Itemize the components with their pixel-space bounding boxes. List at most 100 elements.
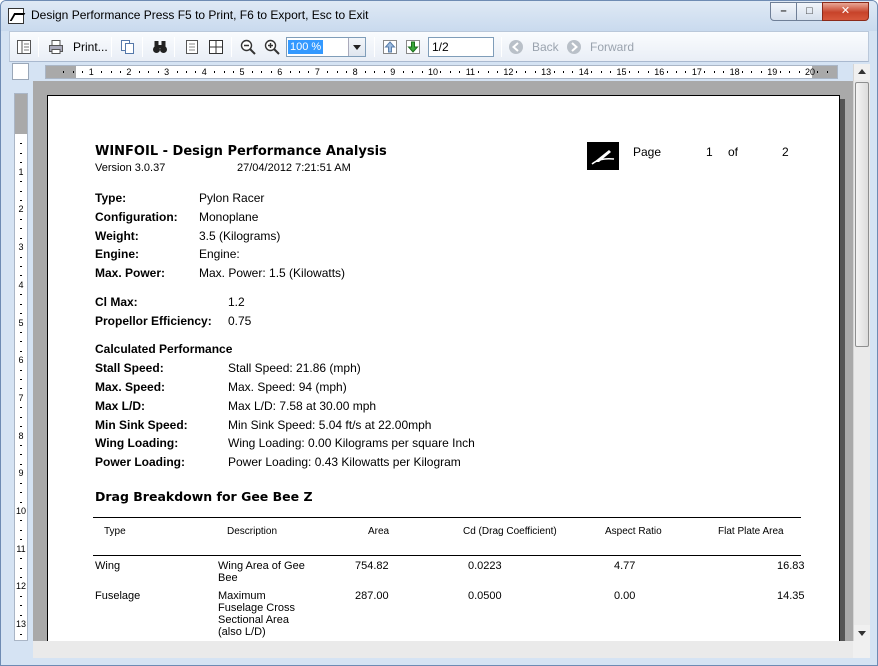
ruler-label: 12 bbox=[16, 581, 27, 592]
preview-toolbar: Print... 100 % 1/2 Back Forward bbox=[9, 31, 869, 62]
previous-page-icon[interactable] bbox=[382, 39, 398, 55]
ruler-tick bbox=[591, 71, 593, 73]
minimize-icon: – bbox=[780, 5, 787, 17]
ruler-label: 16 bbox=[654, 67, 665, 77]
ruler-label: 11 bbox=[16, 543, 26, 554]
toggle-outline-icon[interactable] bbox=[16, 39, 32, 55]
page-total: 2 bbox=[782, 145, 789, 159]
ruler-tick bbox=[478, 71, 480, 73]
preview-viewport[interactable]: WINFOIL - Design Performance Analysis Ve… bbox=[33, 81, 853, 641]
ruler-label: 15 bbox=[616, 67, 627, 77]
ruler-tick bbox=[723, 71, 725, 73]
page-label: Page bbox=[633, 145, 662, 159]
ruler-label: 8 bbox=[352, 67, 358, 77]
ruler-tick bbox=[148, 71, 150, 73]
ruler-tick bbox=[487, 71, 489, 73]
ruler-tick bbox=[20, 143, 22, 145]
single-page-icon[interactable] bbox=[184, 39, 200, 55]
ruler-tick bbox=[553, 71, 555, 73]
zoom-out-icon[interactable] bbox=[240, 39, 256, 55]
max-ld-label: Max L/D: bbox=[95, 399, 146, 413]
calculated-performance-heading: Calculated Performance bbox=[95, 342, 233, 356]
col-header-aspect-ratio: Aspect Ratio bbox=[605, 526, 662, 537]
scroll-up-button[interactable] bbox=[854, 64, 870, 80]
ruler-tick bbox=[525, 71, 527, 73]
ruler-label: 3 bbox=[18, 242, 24, 253]
ruler-tick bbox=[20, 152, 22, 154]
report-datetime: 27/04/2012 7:21:51 AM bbox=[237, 162, 351, 174]
ruler-label: 14 bbox=[578, 67, 589, 77]
scroll-down-button[interactable] bbox=[854, 625, 870, 641]
scroll-thumb[interactable] bbox=[855, 82, 869, 347]
table-row-cd: 0.0500 bbox=[468, 590, 502, 602]
ruler-tick bbox=[676, 71, 678, 73]
cl-max-label: Cl Max: bbox=[95, 295, 138, 309]
chevron-down-icon[interactable] bbox=[348, 38, 365, 56]
minimize-button[interactable]: – bbox=[770, 2, 797, 21]
toolbar-separator bbox=[501, 37, 502, 57]
zoom-combobox[interactable]: 100 % bbox=[286, 37, 366, 57]
engine-label: Engine: bbox=[95, 247, 139, 261]
ruler-tick bbox=[20, 482, 22, 484]
ruler-tick bbox=[176, 71, 178, 73]
ruler-label: 6 bbox=[18, 355, 24, 366]
window-title: Design Performance Press F5 to Print, F6… bbox=[31, 8, 369, 22]
back-button[interactable]: Back bbox=[532, 38, 559, 56]
binoculars-icon[interactable] bbox=[152, 39, 168, 55]
zoom-value: 100 % bbox=[288, 40, 324, 54]
ruler-label: 7 bbox=[314, 67, 320, 77]
forward-button[interactable]: Forward bbox=[590, 38, 634, 56]
power-loading-label: Power Loading: bbox=[95, 455, 185, 469]
ruler-tick bbox=[421, 71, 423, 73]
ruler-tick bbox=[459, 71, 461, 73]
table-row-desc-line: (also L/D) bbox=[218, 626, 266, 638]
next-page-icon[interactable] bbox=[405, 39, 421, 55]
close-icon: ✕ bbox=[840, 5, 851, 17]
propellor-efficiency-label: Propellor Efficiency: bbox=[95, 314, 212, 328]
horizontal-scrollbar[interactable] bbox=[33, 641, 853, 658]
ruler-label: 9 bbox=[18, 468, 24, 479]
copy-icon[interactable] bbox=[120, 39, 136, 55]
ruler-tick bbox=[289, 71, 291, 73]
size-grip[interactable] bbox=[853, 641, 870, 658]
ruler-tick bbox=[20, 605, 22, 607]
ruler-tick bbox=[742, 71, 744, 73]
ruler-tick bbox=[20, 520, 22, 522]
ruler-tick bbox=[440, 71, 442, 73]
stall-speed-label: Stall Speed: bbox=[95, 361, 164, 375]
configuration-label: Configuration: bbox=[95, 210, 178, 224]
ruler-tick bbox=[20, 463, 22, 465]
max-speed-label: Max. Speed: bbox=[95, 380, 166, 394]
printer-icon[interactable] bbox=[48, 39, 64, 55]
multi-page-icon[interactable] bbox=[208, 39, 224, 55]
ruler-tick bbox=[20, 539, 22, 541]
zoom-in-icon[interactable] bbox=[264, 39, 280, 55]
ruler-tick bbox=[72, 71, 74, 73]
ruler-label: 12 bbox=[503, 67, 514, 77]
maximize-button[interactable]: □ bbox=[796, 2, 823, 21]
ruler-label: 4 bbox=[18, 279, 24, 290]
col-header-type: Type bbox=[104, 526, 126, 537]
ruler-tick bbox=[346, 71, 348, 73]
ruler-tick bbox=[20, 614, 22, 616]
table-row-aspect-ratio: 4.77 bbox=[614, 560, 636, 572]
ruler-tick bbox=[383, 71, 385, 73]
table-row-desc-line: Maximum bbox=[218, 590, 266, 602]
ruler-tick bbox=[195, 71, 197, 73]
ruler-label: 5 bbox=[18, 317, 24, 328]
ruler-label: 6 bbox=[277, 67, 283, 77]
table-header-rule bbox=[93, 555, 801, 556]
power-loading-value: Power Loading: 0.43 Kilowatts per Kilogr… bbox=[228, 455, 461, 469]
print-button[interactable]: Print... bbox=[73, 38, 108, 56]
close-button[interactable]: ✕ bbox=[822, 2, 869, 21]
page-number-input[interactable]: 1/2 bbox=[428, 37, 494, 57]
ruler-tick bbox=[20, 162, 22, 164]
vertical-scrollbar[interactable] bbox=[853, 64, 870, 641]
ruler-margin-right bbox=[812, 66, 837, 78]
ruler-tick bbox=[515, 71, 517, 73]
engine-value: Engine: bbox=[199, 247, 240, 261]
report-page: WINFOIL - Design Performance Analysis Ve… bbox=[47, 95, 840, 641]
page-shadow bbox=[840, 99, 845, 641]
ruler-tick bbox=[798, 71, 800, 73]
col-header-area: Area bbox=[368, 526, 390, 537]
